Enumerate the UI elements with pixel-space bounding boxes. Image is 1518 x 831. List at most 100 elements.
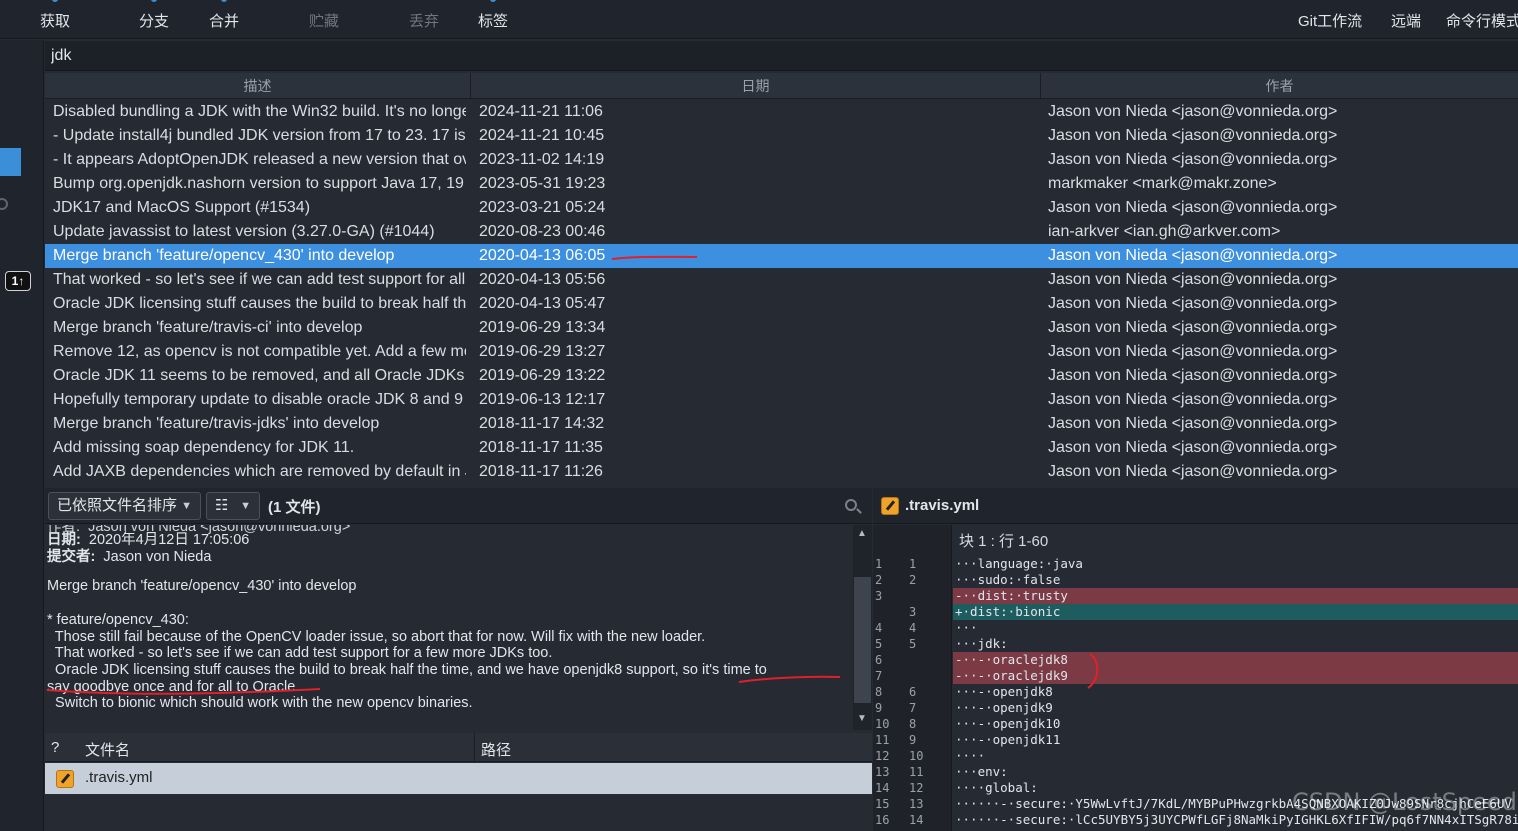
- commit-message: Merge branch 'feature/travis-ci' into de…: [53, 319, 363, 336]
- commit-author: Jason von Nieda <jason@vonnieda.org>: [1048, 319, 1338, 336]
- column-author[interactable]: 作者: [1041, 73, 1518, 99]
- commit-row[interactable]: That worked - so let's see if we can add…: [45, 268, 1518, 292]
- commit-date: 2018-11-17 11:26: [479, 463, 603, 480]
- commit-date: 2018-11-17 11:35: [479, 439, 603, 456]
- commit-date: 2020-04-13 05:47: [479, 295, 606, 312]
- diff-line: ···-·openjdk10: [955, 716, 1061, 731]
- fetch-icon: [52, 0, 58, 2]
- commit-row[interactable]: Merge branch 'feature/travis-ci' into de…: [45, 316, 1518, 340]
- commit-date: 2019-06-29 13:34: [479, 319, 606, 336]
- commit-list: 描述 日期 作者 Disabled bundling a JDK with th…: [45, 73, 1518, 487]
- old-line-number: 11: [875, 733, 890, 747]
- commit-list-header: 描述 日期 作者: [45, 73, 1518, 99]
- sidebar-search-icon[interactable]: [0, 198, 8, 210]
- discard-label: 丢弃: [409, 13, 440, 30]
- terminal-button[interactable]: 命令行模式: [1446, 10, 1518, 31]
- commit-row[interactable]: JDK17 and MacOS Support (#1534) 2023-03-2…: [45, 196, 1518, 220]
- commit-row[interactable]: Disabled bundling a JDK with the Win32 b…: [45, 100, 1518, 124]
- commit-row[interactable]: - It appears AdoptOpenJDK released a new…: [45, 148, 1518, 172]
- view-mode-dropdown[interactable]: ☷ ▼: [206, 492, 260, 520]
- new-line-number: 13: [909, 797, 924, 811]
- branch-label: 分支: [139, 13, 170, 30]
- commit-detail-scrollbar[interactable]: ▲ ▼: [853, 525, 872, 730]
- commit-body-line: Those still fail because of the OpenCV l…: [47, 629, 706, 645]
- diff-line: ···language:·java: [955, 556, 1083, 571]
- commit-author: Jason von Nieda <jason@vonnieda.org>: [1048, 247, 1338, 264]
- sort-dropdown[interactable]: 已依照文件名排序 ▼: [48, 492, 201, 520]
- sidebar-active-item[interactable]: [0, 148, 21, 176]
- remote-button[interactable]: 远端: [1391, 10, 1421, 31]
- discard-button[interactable]: 丢弃: [409, 10, 439, 31]
- diff-line: ···-·openjdk9: [955, 700, 1053, 715]
- commit-date: 2024-11-21 10:45: [479, 127, 605, 144]
- commit-row[interactable]: Oracle JDK licensing stuff causes the bu…: [45, 292, 1518, 316]
- commit-row[interactable]: Add JAXB dependencies which are removed …: [45, 460, 1518, 484]
- push-count-badge[interactable]: 1↑: [5, 271, 31, 291]
- column-filename[interactable]: 文件名: [85, 739, 130, 760]
- old-line-number: 2: [875, 573, 883, 587]
- commit-message: Merge branch 'feature/travis-jdks' into …: [53, 415, 380, 432]
- commit-subject: Merge branch 'feature/opencv_430' into d…: [47, 578, 357, 594]
- scroll-down-icon[interactable]: ▼: [857, 713, 867, 724]
- diff-filename: .travis.yml: [905, 497, 980, 514]
- column-status[interactable]: ?: [51, 739, 59, 756]
- commit-committer-label: 提交者:: [47, 549, 96, 565]
- column-date[interactable]: 日期: [471, 73, 1041, 99]
- stash-button[interactable]: 贮藏: [309, 10, 339, 31]
- old-line-number: 13: [875, 765, 890, 779]
- commit-author: Jason von Nieda <jason@vonnieda.org>: [1048, 439, 1338, 456]
- new-line-number: 1: [909, 557, 917, 571]
- file-row[interactable]: .travis.yml: [45, 763, 872, 794]
- commit-row[interactable]: Update javassist to latest version (3.27…: [45, 220, 1518, 244]
- commit-author: Jason von Nieda <jason@vonnieda.org>: [1048, 343, 1338, 360]
- gitflow-label: Git工作流: [1298, 13, 1363, 30]
- diff-line: ···jdk:: [955, 636, 1008, 651]
- commit-row-selected[interactable]: Merge branch 'feature/opencv_430' into d…: [45, 244, 1518, 268]
- branch-icon: [151, 0, 157, 2]
- gitflow-button[interactable]: Git工作流: [1298, 10, 1362, 31]
- diff-line: ···env:: [955, 764, 1008, 779]
- toolbar: 获取 分支 合并 贮藏 丢弃 标签 Git工作流 远端 命令行模式: [0, 0, 1518, 39]
- commit-committer-line: 提交者: Jason von Nieda: [47, 545, 211, 566]
- watermark: CSDN @LostSpeed: [1292, 788, 1517, 816]
- branch-button[interactable]: 分支: [139, 0, 170, 31]
- new-line-number: 4: [909, 621, 917, 635]
- commit-message: That worked - so let's see if we can add…: [53, 271, 466, 288]
- old-line-number: 1: [875, 557, 883, 571]
- merge-button[interactable]: 合并: [209, 0, 239, 31]
- commit-row[interactable]: Bump org.openjdk.nashorn version to supp…: [45, 172, 1518, 196]
- column-divider[interactable]: [474, 733, 475, 762]
- scroll-up-icon[interactable]: ▲: [857, 528, 867, 539]
- commit-message: Oracle JDK 11 seems to be removed, and a…: [53, 367, 466, 384]
- commit-author: ian-arkver <ian.gh@arkver.com>: [1048, 223, 1281, 240]
- commit-message: Add JAXB dependencies which are removed …: [53, 463, 466, 480]
- commit-date: 2023-05-31 19:23: [479, 175, 606, 192]
- commit-date: 2019-06-29 13:27: [479, 343, 606, 360]
- commit-row[interactable]: - Update install4j bundled JDK version f…: [45, 124, 1518, 148]
- commit-row[interactable]: Hopefully temporary update to disable or…: [45, 388, 1518, 412]
- annotation-underline-message: [46, 675, 841, 695]
- commit-row[interactable]: Merge branch 'feature/travis-jdks' into …: [45, 412, 1518, 436]
- diff-line-deleted: -··-·oraclejdk8: [953, 652, 1518, 668]
- scroll-thumb[interactable]: [854, 577, 871, 703]
- remote-label: 远端: [1391, 13, 1422, 30]
- commit-message: JDK17 and MacOS Support (#1534): [53, 199, 311, 216]
- fetch-label: 获取: [40, 13, 71, 30]
- commit-message: Update javassist to latest version (3.27…: [53, 223, 435, 240]
- commit-search-bar: [45, 41, 1518, 71]
- column-path[interactable]: 路径: [481, 739, 511, 760]
- fetch-button[interactable]: 获取: [40, 0, 71, 31]
- commit-row[interactable]: Add missing soap dependency for JDK 11. 2…: [45, 436, 1518, 460]
- commit-author: Jason von Nieda <jason@vonnieda.org>: [1048, 271, 1338, 288]
- annotation-underline-date: [611, 255, 698, 260]
- commit-row[interactable]: Oracle JDK 11 seems to be removed, and a…: [45, 364, 1518, 388]
- old-line-number: 15: [875, 797, 890, 811]
- hunk-header: 块 1 : 行 1-60: [959, 533, 1049, 550]
- files-header: ? 文件名 路径: [45, 733, 872, 762]
- diff-line-numbers: 1 1 2 2 3 3 4 4 5 5 6 7 8 6 9 7 10 8 11 9 12 10 13 11 14 12 15 13 16…: [873, 525, 952, 831]
- commit-row[interactable]: Remove 12, as opencv is not compatible y…: [45, 340, 1518, 364]
- file-search-icon[interactable]: [845, 499, 857, 511]
- tag-button[interactable]: 标签: [478, 0, 508, 31]
- column-description[interactable]: 描述: [45, 73, 471, 99]
- commit-search-input[interactable]: [51, 44, 651, 68]
